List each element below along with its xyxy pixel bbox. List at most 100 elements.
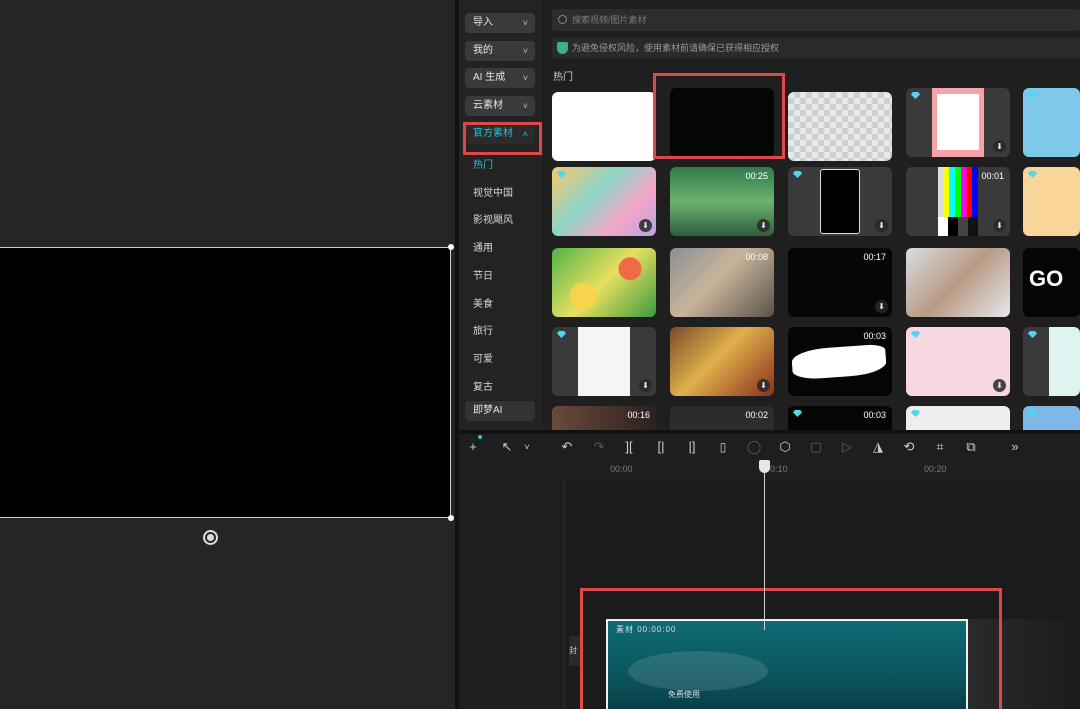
subcategory-food[interactable]: 美食 (473, 295, 493, 310)
premium-icon (911, 92, 920, 99)
material-white-page[interactable]: ⬇ (552, 327, 656, 396)
download-icon[interactable]: ⬇ (993, 379, 1006, 392)
preview-canvas[interactable] (0, 247, 451, 518)
material-partial-2[interactable]: 00:02 (670, 406, 774, 430)
download-icon[interactable]: ⬇ (757, 219, 770, 232)
category-mine[interactable]: 我的 ˅ (465, 41, 535, 61)
premium-icon (1028, 331, 1037, 338)
premium-icon (911, 331, 920, 338)
crop-frame-icon[interactable]: ▢ (807, 437, 825, 457)
category-ai-generate[interactable]: AI 生成 ˅ (465, 68, 535, 88)
subcategory-retro[interactable]: 复古 (473, 378, 493, 393)
search-placeholder: 搜索视频/图片素材 (572, 15, 647, 25)
highlight-box-clip (580, 588, 1002, 709)
more-tools-icon[interactable]: » (1006, 437, 1024, 457)
chevron-down-icon: ˅ (522, 101, 528, 111)
playhead-handle[interactable] (759, 460, 770, 473)
copyright-notice: 为避免侵权风险，使用素材前请确保已获得相应授权 (552, 38, 1080, 58)
material-transparent[interactable] (788, 92, 892, 161)
freeze-icon[interactable]: ◯ (745, 437, 763, 457)
material-flowers[interactable] (552, 248, 656, 317)
subcategory-hot[interactable]: 热门 (473, 156, 493, 171)
premium-icon (911, 410, 920, 417)
premium-icon (1028, 171, 1037, 178)
duration-label: 00:02 (745, 410, 768, 420)
material-sky-blue[interactable] (1023, 88, 1080, 157)
rotate-clip-icon[interactable]: ⟲ (900, 437, 918, 457)
category-jimeng-ai[interactable]: 即梦AI (465, 401, 535, 421)
download-icon[interactable]: ⬇ (639, 219, 652, 232)
duration-label: 00:01 (981, 171, 1004, 181)
playhead-line[interactable] (764, 460, 765, 630)
crop-icon[interactable]: ⌗ (931, 437, 949, 457)
download-icon[interactable]: ⬇ (639, 379, 652, 392)
duration-label: 00:03 (863, 410, 886, 420)
material-pink-frame[interactable]: ⬇ (906, 88, 1010, 157)
rotate-icon[interactable] (203, 530, 218, 545)
subcategory-mediastorm[interactable]: 影视飓风 (473, 211, 513, 226)
subcategory-festival[interactable]: 节日 (473, 267, 493, 282)
material-phone-frame[interactable]: ⬇ (788, 167, 892, 236)
chevron-down-icon: ˅ (522, 46, 528, 56)
material-mint-frame[interactable] (1023, 327, 1080, 396)
subcategory-vcg[interactable]: 视觉中国 (473, 184, 513, 199)
material-forest[interactable]: 00:25 ⬇ (670, 167, 774, 236)
delete-icon[interactable]: ▯ (714, 437, 732, 457)
material-peach[interactable] (1023, 167, 1080, 236)
download-icon[interactable]: ⬇ (757, 379, 770, 392)
subcategory-travel[interactable]: 旅行 (473, 322, 493, 337)
material-white[interactable] (552, 92, 656, 161)
search-icon (558, 15, 567, 24)
resize-handle-top-right[interactable] (448, 244, 454, 250)
material-go-text[interactable]: GO (1023, 248, 1080, 317)
category-cloud[interactable]: 云素材 ˅ (465, 96, 535, 116)
subcategory-general[interactable]: 通用 (473, 239, 493, 254)
duration-label: 00:25 (745, 171, 768, 181)
material-man-wiping[interactable]: 00:08 (670, 248, 774, 317)
material-black-clip[interactable]: 00:17 ⬇ (788, 248, 892, 317)
download-icon[interactable]: ⬇ (993, 219, 1006, 232)
material-color-bars[interactable]: 00:01 ⬇ (906, 167, 1010, 236)
subcategory-cute[interactable]: 可爱 (473, 350, 493, 365)
download-icon[interactable]: ⬇ (875, 300, 888, 313)
search-input[interactable]: 搜索视频/图片素材 (552, 9, 1080, 31)
shield-icon (557, 42, 568, 54)
duration-label: 00:16 (627, 410, 650, 420)
highlight-box-category (463, 122, 542, 155)
category-label: 我的 (473, 45, 493, 56)
material-watercolor[interactable]: ⬇ (552, 167, 656, 236)
material-monkey-king[interactable]: ⬇ (670, 327, 774, 396)
split-right-icon[interactable]: |] (683, 437, 701, 457)
material-partial-3[interactable]: 00:03 (788, 406, 892, 430)
material-partial-4[interactable] (906, 406, 1010, 430)
material-pink-pastel[interactable]: ⬇ (906, 327, 1010, 396)
premium-icon (557, 171, 566, 178)
resize-handle-bottom-right[interactable] (448, 515, 454, 521)
screen-icon[interactable]: ⧉ (962, 437, 980, 457)
category-label: AI 生成 (473, 72, 506, 83)
notification-dot (478, 435, 482, 439)
reverse-icon[interactable]: ▷ (838, 437, 856, 457)
duration-label: 00:03 (863, 331, 886, 341)
download-icon[interactable]: ⬇ (993, 140, 1006, 153)
premium-icon (793, 410, 802, 417)
select-tool-icon[interactable]: ↖ (498, 437, 516, 457)
ruler-tick: 00:20 (924, 464, 947, 474)
category-import[interactable]: 导入 ˅ (465, 13, 535, 33)
material-man-talking[interactable] (906, 248, 1010, 317)
preview-panel (0, 0, 455, 709)
split-left-icon[interactable]: [| (652, 437, 670, 457)
redo-icon[interactable]: ↷ (590, 437, 608, 457)
chevron-down-icon[interactable]: ˅ (518, 437, 536, 457)
material-partial-1[interactable]: 00:16 (552, 406, 656, 430)
premium-icon (1028, 410, 1037, 417)
split-icon[interactable]: ][ (620, 437, 638, 457)
add-indicator (478, 435, 482, 457)
material-partial-5[interactable] (1023, 406, 1080, 430)
material-brush-stroke[interactable]: 00:03 (788, 327, 892, 396)
mask-icon[interactable]: ⬡ (776, 437, 794, 457)
undo-icon[interactable]: ↶ (558, 437, 576, 457)
mirror-icon[interactable]: ◮ (869, 437, 887, 457)
download-icon[interactable]: ⬇ (875, 219, 888, 232)
premium-icon (793, 171, 802, 178)
